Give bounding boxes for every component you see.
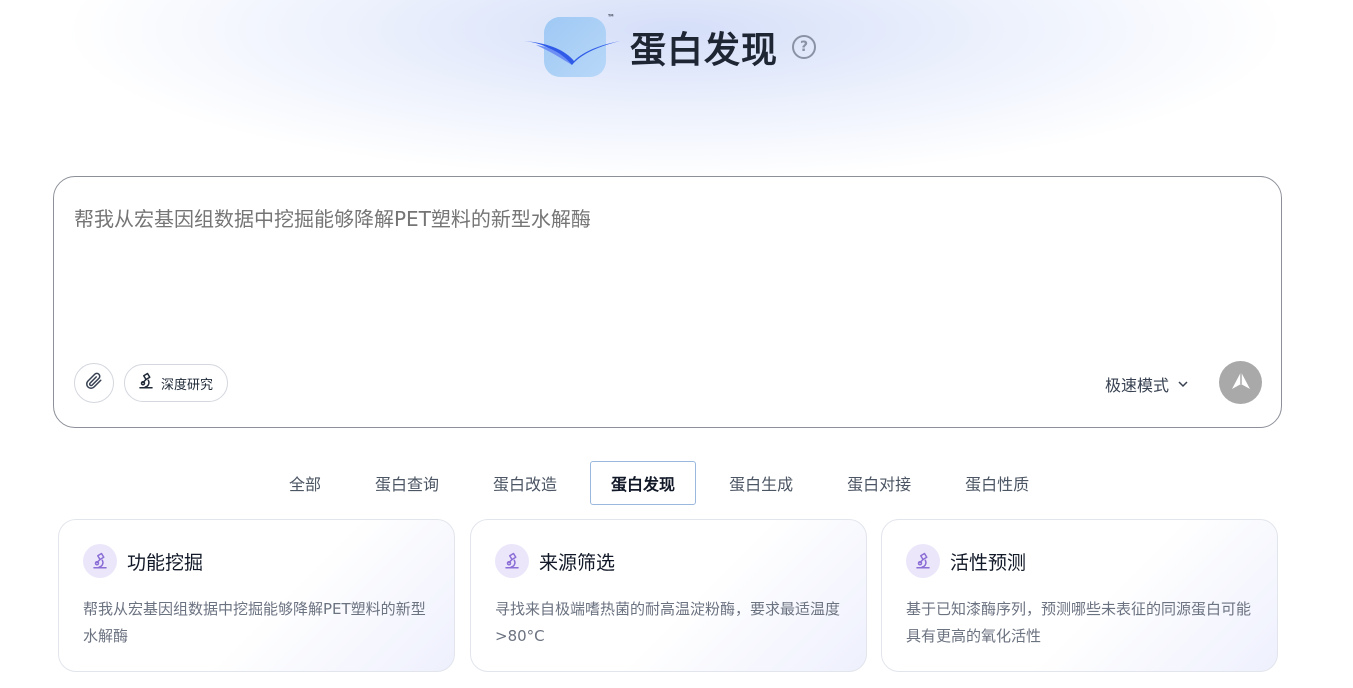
microscope-icon: [83, 544, 117, 578]
tab-protein-properties[interactable]: 蛋白性质: [944, 461, 1050, 505]
page-title: 蛋白发现: [630, 30, 779, 71]
mode-selector[interactable]: 极速模式: [1105, 372, 1189, 396]
attach-button[interactable]: [74, 363, 114, 403]
example-card-source-screening[interactable]: 来源筛选 寻找来自极端嗜热菌的耐高温淀粉酶，要求最适温度>80°C: [470, 519, 867, 672]
card-title: 功能挖掘: [127, 551, 204, 574]
tab-protein-query[interactable]: 蛋白查询: [354, 461, 460, 505]
microscope-icon: [495, 544, 529, 578]
card-description: 基于已知漆酶序列，预测哪些未表征的同源蛋白可能具有更高的氧化活性: [906, 600, 1252, 645]
card-title: 来源筛选: [539, 551, 616, 574]
card-title: 活性预测: [950, 551, 1027, 574]
deep-research-label: 深度研究: [161, 377, 214, 393]
chevron-down-icon: [1177, 375, 1189, 394]
bird-logo-icon: ™: [522, 13, 622, 79]
tab-protein-generation[interactable]: 蛋白生成: [708, 461, 814, 505]
question-circle-icon[interactable]: ?: [792, 35, 817, 59]
tab-all[interactable]: 全部: [268, 461, 342, 505]
microscope-icon: [906, 544, 940, 578]
tab-protein-engineering[interactable]: 蛋白改造: [472, 461, 578, 505]
card-description: 帮我从宏基因组数据中挖掘能够降解PET塑料的新型水解酶: [83, 600, 426, 645]
mode-label: 极速模式: [1104, 376, 1169, 395]
tab-protein-docking[interactable]: 蛋白对接: [826, 461, 932, 505]
example-card-activity-prediction[interactable]: 活性预测 基于已知漆酶序列，预测哪些未表征的同源蛋白可能具有更高的氧化活性: [881, 519, 1278, 672]
tab-protein-discovery[interactable]: 蛋白发现: [590, 461, 697, 505]
example-card-function-mining[interactable]: 功能挖掘 帮我从宏基因组数据中挖掘能够降解PET塑料的新型水解酶: [58, 519, 455, 672]
trademark-mark: ™: [607, 13, 615, 22]
send-arrow-icon: [1230, 370, 1252, 396]
send-button[interactable]: [1219, 361, 1262, 404]
card-description: 寻找来自极端嗜热菌的耐高温淀粉酶，要求最适温度>80°C: [495, 600, 841, 645]
paperclip-icon: [85, 372, 103, 394]
microscope-icon: [137, 372, 155, 394]
prompt-input-box: 深度研究 极速模式: [53, 176, 1282, 428]
deep-research-button[interactable]: 深度研究: [124, 364, 229, 402]
page-header: ™ 蛋白发现 ?: [522, 13, 817, 80]
prompt-input[interactable]: [74, 207, 1254, 231]
category-tabs: 全部 蛋白查询 蛋白改造 蛋白发现 蛋白生成 蛋白对接 蛋白性质: [268, 461, 1062, 505]
